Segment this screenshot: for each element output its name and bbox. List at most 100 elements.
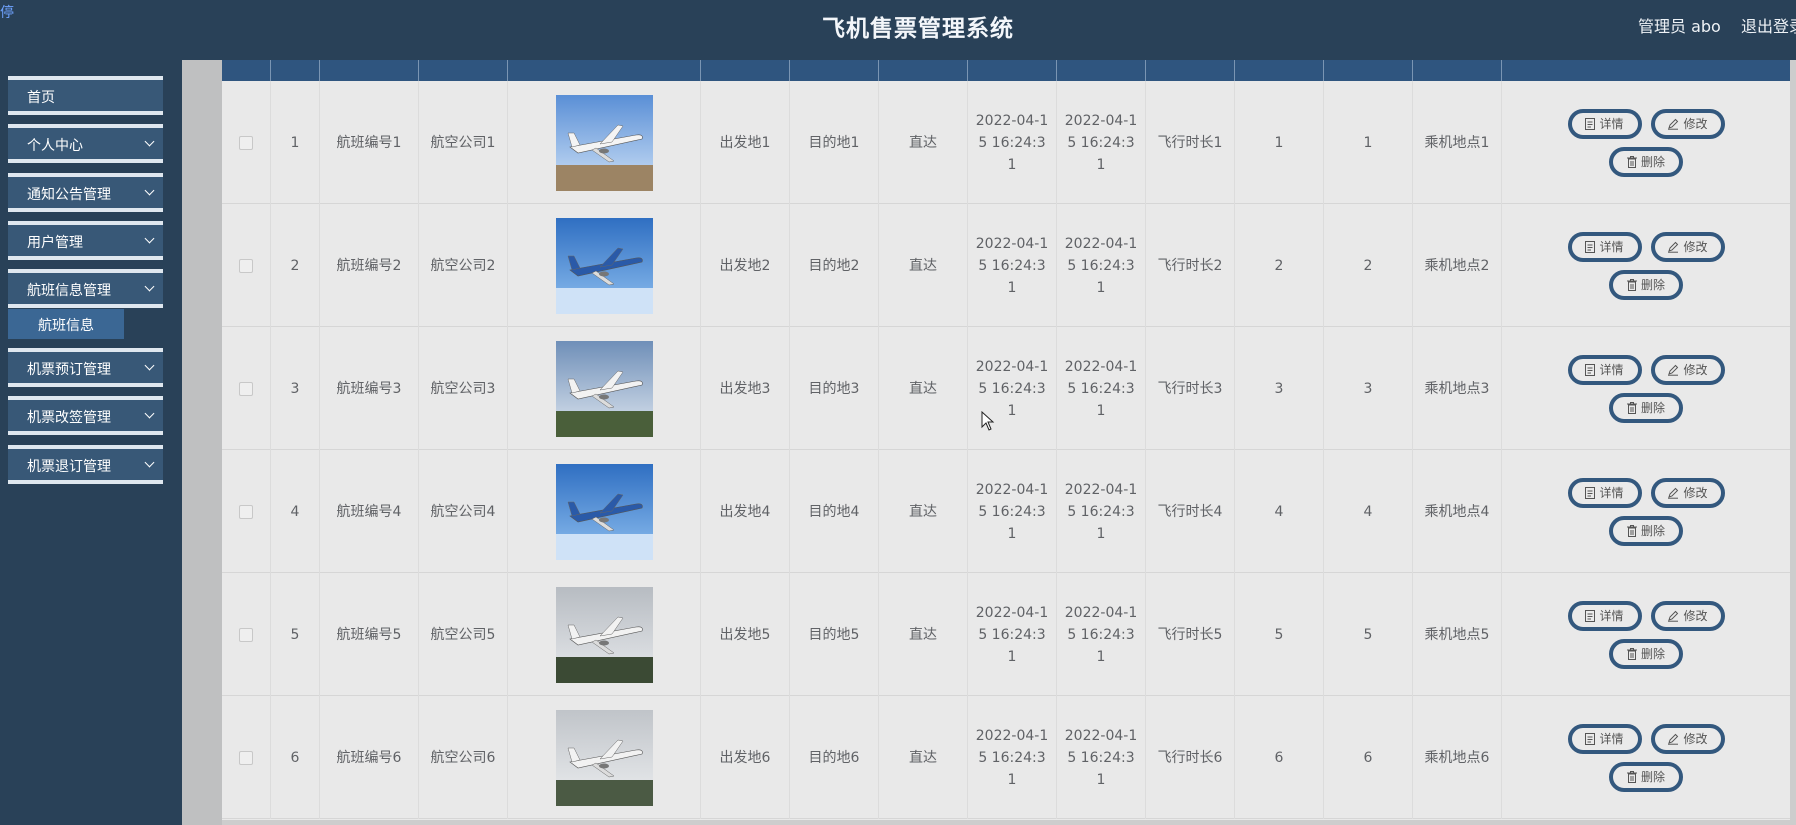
edit-button[interactable]: 修改 <box>1650 723 1725 754</box>
detail-button-label: 详情 <box>1599 362 1624 377</box>
trash-icon <box>1626 401 1637 414</box>
boarding-location-cell: 乘机地点5 <box>1413 573 1502 696</box>
edit-button[interactable]: 修改 <box>1650 477 1725 508</box>
actions-cell: 详情 修改 删除 <box>1502 450 1790 573</box>
select-cell <box>222 573 271 696</box>
document-icon <box>1585 732 1596 745</box>
sidebar-item-personal-center[interactable]: 个人中心 <box>8 124 163 163</box>
detail-button[interactable]: 详情 <box>1567 108 1642 139</box>
detail-button[interactable]: 详情 <box>1567 231 1642 262</box>
flight-number-cell-text: 航班编号3 <box>336 380 402 397</box>
flight-type-cell: 直达 <box>879 327 968 450</box>
flight-duration-cell-text: 飞行时长6 <box>1157 749 1223 766</box>
arrival-time-cell: 2022-04-15 16:24:31 <box>1057 696 1146 819</box>
value-cell-1-text: 6 <box>1274 749 1284 766</box>
airline-cell-text: 航空公司1 <box>430 134 496 151</box>
chevron-down-icon <box>144 185 155 196</box>
delete-button[interactable]: 删除 <box>1609 146 1683 177</box>
value-cell-2-text: 6 <box>1363 749 1373 766</box>
flight-duration-cell-text: 飞行时长3 <box>1157 380 1223 397</box>
delete-button-label: 删除 <box>1640 769 1665 784</box>
sidebar-item-ticket-booking-management[interactable]: 机票预订管理 <box>8 348 163 387</box>
sidebar-subitem-flight-info[interactable]: 航班信息 <box>8 309 124 339</box>
edit-button[interactable]: 修改 <box>1650 600 1725 631</box>
delete-button[interactable]: 删除 <box>1609 392 1683 423</box>
edit-button[interactable]: 修改 <box>1650 108 1725 139</box>
edit-button-label: 修改 <box>1683 731 1708 746</box>
flight-duration-cell: 飞行时长1 <box>1146 81 1235 204</box>
sidebar-item-flight-info-management[interactable]: 航班信息管理 <box>8 269 163 308</box>
departure-time-cell: 2022-04-15 16:24:31 <box>968 204 1057 327</box>
boarding-location-cell-text: 乘机地点1 <box>1424 134 1490 151</box>
row-checkbox[interactable] <box>239 135 253 150</box>
row-checkbox[interactable] <box>239 627 253 642</box>
sidebar-item-label: 机票改签管理 <box>27 410 111 426</box>
destination-cell-text: 目的地5 <box>808 626 860 643</box>
trash-icon <box>1626 524 1637 537</box>
detail-button[interactable]: 详情 <box>1567 477 1642 508</box>
airline-cell-text: 航空公司3 <box>430 380 496 397</box>
sidebar-item-home[interactable]: 首页 <box>8 76 163 115</box>
flight-image <box>555 463 653 560</box>
image-cell <box>508 450 701 573</box>
airline-cell-text: 航空公司6 <box>430 749 496 766</box>
value-cell-2: 6 <box>1324 696 1413 819</box>
flight-number-cell: 航班编号3 <box>320 327 419 450</box>
chevron-down-icon <box>144 233 155 244</box>
table-row: 4 航班编号4 航空公司4 出发地4 目的地4 直达 2022-04-15 16:24:3… <box>222 450 1790 573</box>
edit-button[interactable]: 修改 <box>1650 354 1725 385</box>
delete-button[interactable]: 删除 <box>1609 638 1683 669</box>
sidebar-item-user-management[interactable]: 用户管理 <box>8 221 163 260</box>
delete-button[interactable]: 删除 <box>1609 269 1683 300</box>
detail-button[interactable]: 详情 <box>1567 723 1642 754</box>
arrival-time-cell-text: 2022-04-15 16:24:31 <box>1064 358 1138 419</box>
sidebar-item-ticket-change-management[interactable]: 机票改签管理 <box>8 396 163 435</box>
header-cell-departure <box>968 60 1057 81</box>
row-checkbox[interactable] <box>239 504 253 519</box>
detail-button[interactable]: 详情 <box>1567 600 1642 631</box>
trash-icon <box>1626 278 1637 291</box>
table-row: 3 航班编号3 航空公司3 出发地3 目的地3 直达 2022-04-15 16:24:3… <box>222 327 1790 450</box>
detail-button-label: 详情 <box>1599 608 1624 623</box>
header-cell-select <box>222 60 271 81</box>
row-checkbox[interactable] <box>239 381 253 396</box>
actions-cell: 详情 修改 删除 <box>1502 573 1790 696</box>
value-cell-2-text: 4 <box>1363 503 1373 520</box>
edit-icon <box>1668 241 1679 253</box>
value-cell-1-text: 4 <box>1274 503 1284 520</box>
value-cell-2-text: 2 <box>1363 257 1373 274</box>
delete-button[interactable]: 删除 <box>1609 761 1683 792</box>
edit-button[interactable]: 修改 <box>1650 231 1725 262</box>
departure-place-cell: 出发地5 <box>701 573 790 696</box>
flight-number-cell-text: 航班编号4 <box>336 503 402 520</box>
detail-button[interactable]: 详情 <box>1567 354 1642 385</box>
departure-time-cell-text: 2022-04-15 16:24:31 <box>975 481 1049 542</box>
sidebar-item-label: 机票退订管理 <box>27 459 111 475</box>
destination-cell: 目的地1 <box>790 81 879 204</box>
logout-link[interactable]: 退出登录 <box>1741 13 1796 37</box>
document-icon <box>1585 609 1596 622</box>
departure-place-cell-text: 出发地4 <box>719 503 771 520</box>
edit-icon <box>1668 118 1679 130</box>
row-checkbox[interactable] <box>239 750 253 765</box>
value-cell-1-text: 5 <box>1274 626 1284 643</box>
index-cell-text: 1 <box>290 134 300 151</box>
boarding-location-cell-text: 乘机地点4 <box>1424 503 1490 520</box>
row-checkbox[interactable] <box>239 258 253 273</box>
arrival-time-cell-text: 2022-04-15 16:24:31 <box>1064 235 1138 296</box>
app-title: 飞机售票管理系统 <box>822 16 1014 42</box>
sidebar-item-ticket-refund-management[interactable]: 机票退订管理 <box>8 445 163 484</box>
flight-type-cell-text: 直达 <box>909 380 937 397</box>
sidebar: 首页 个人中心 通知公告管理 用户管理 航班信息管理 航班信息 机票预订管理 机… <box>0 60 182 825</box>
delete-button[interactable]: 删除 <box>1609 515 1683 546</box>
sidebar-item-notice-management[interactable]: 通知公告管理 <box>8 173 163 212</box>
document-icon <box>1585 486 1596 499</box>
airline-cell-text: 航空公司2 <box>430 257 496 274</box>
select-cell <box>222 81 271 204</box>
image-cell <box>508 327 701 450</box>
destination-cell: 目的地6 <box>790 696 879 819</box>
header-cell-flight <box>320 60 419 81</box>
flight-type-cell: 直达 <box>879 696 968 819</box>
table-row: 5 航班编号5 航空公司5 出发地5 目的地5 直达 2022-04-15 16:24:3… <box>222 573 1790 696</box>
sidebar-item-label: 通知公告管理 <box>27 187 111 203</box>
